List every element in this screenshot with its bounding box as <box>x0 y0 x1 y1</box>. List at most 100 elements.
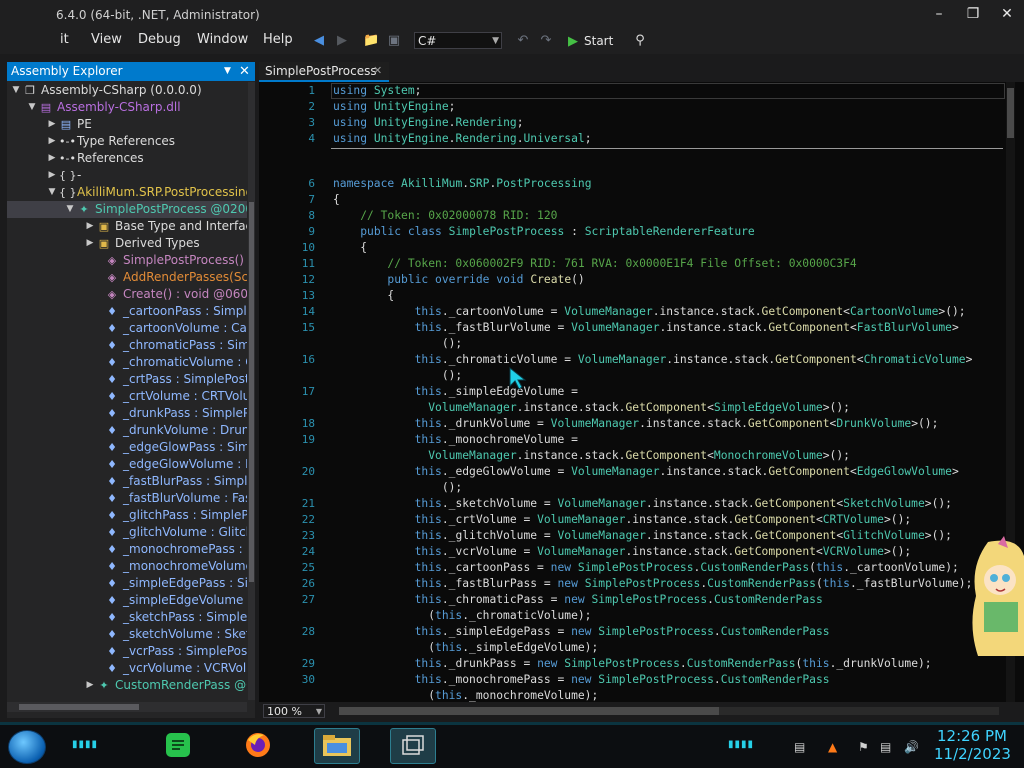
code-line[interactable]: { <box>333 288 394 304</box>
flag-icon[interactable]: ⚑ <box>858 740 869 754</box>
tree-node[interactable]: ♦ _crtVolume : CRTVolu <box>7 388 247 405</box>
expanded-arrow-icon[interactable]: ▼ <box>27 99 37 116</box>
close-icon[interactable]: ✕ <box>996 5 1018 23</box>
code-line[interactable]: using UnityEngine; <box>333 99 455 115</box>
tree-node[interactable]: ▶ ▣ Derived Types <box>7 235 247 252</box>
zoom-select[interactable]: 100 % ▼ <box>263 704 325 718</box>
menu-edit[interactable]: it <box>60 32 69 47</box>
code-line[interactable]: this._sketchVolume = VolumeManager.insta… <box>333 496 952 512</box>
code-line[interactable]: using UnityEngine.Rendering.Universal; <box>333 131 592 147</box>
tree-node[interactable]: ▶ ▣ Base Type and Interfac <box>7 218 247 235</box>
collapsed-arrow-icon[interactable]: ▶ <box>85 218 95 235</box>
menu-debug[interactable]: Debug <box>138 32 181 47</box>
undo-icon[interactable]: ↶ <box>515 33 531 49</box>
code-line[interactable]: (); <box>333 368 462 384</box>
code-line[interactable]: this._edgeGlowVolume = VolumeManager.ins… <box>333 464 959 480</box>
tree-node[interactable]: ♦ _glitchPass : SimplePo <box>7 507 247 524</box>
tree-node[interactable]: ♦ _sketchPass : SimplePc <box>7 609 247 626</box>
editor-horizontal-scrollbar[interactable] <box>339 707 999 715</box>
tree-node[interactable]: ▶ ▤ PE <box>7 116 247 133</box>
redo-icon[interactable]: ↷ <box>538 33 554 49</box>
collapsed-arrow-icon[interactable]: ▶ <box>47 116 57 133</box>
tree-node[interactable]: ♦ _simpleEdgeVolume : <box>7 592 247 609</box>
tree-node[interactable]: ◈ Create() : void @06000 <box>7 286 247 303</box>
expanded-arrow-icon[interactable]: ▼ <box>47 184 57 201</box>
code-line[interactable]: (); <box>333 336 462 352</box>
keyboard-icon[interactable]: ▤ <box>794 740 805 754</box>
system-clock[interactable]: 12:26 PM 11/2/2023 <box>934 727 1011 763</box>
tree-node[interactable]: ♦ _cartoonPass : SimpleP <box>7 303 247 320</box>
tree-node[interactable]: ♦ _sketchVolume : Sketc <box>7 626 247 643</box>
code-line[interactable]: (this._chromaticVolume); <box>333 608 591 624</box>
code-line[interactable]: VolumeManager.instance.stack.GetComponen… <box>333 400 850 416</box>
expanded-arrow-icon[interactable]: ▼ <box>65 201 75 218</box>
scroll-thumb[interactable] <box>19 704 139 710</box>
tree-node[interactable]: ▶{ } - <box>7 167 247 184</box>
tab-simple-post-process[interactable]: SimplePostProcess ✕ <box>259 62 389 82</box>
tree-node[interactable]: ♦ _glitchVolume : Glitch <box>7 524 247 541</box>
code-line[interactable]: using UnityEngine.Rendering; <box>333 115 524 131</box>
code-line[interactable]: this._monochromeVolume = <box>333 432 578 448</box>
code-line[interactable]: namespace AkilliMum.SRP.PostProcessing <box>333 176 592 192</box>
tree-node[interactable]: ♦ _edgeGlowPass : Simp <box>7 439 247 456</box>
close-icon[interactable]: ✕ <box>373 62 382 80</box>
code-line[interactable]: using System; <box>333 83 421 99</box>
code-line[interactable]: this._drunkPass = new SimplePostProcess.… <box>333 656 932 672</box>
code-line[interactable]: public override void Create() <box>333 272 584 288</box>
code-line[interactable]: { <box>333 240 367 256</box>
tree-node[interactable]: ♦ _crtPass : SimplePostP <box>7 371 247 388</box>
tree-node[interactable]: ♦ _simpleEdgePass : Sim <box>7 575 247 592</box>
open-folder-icon[interactable]: 📁 <box>363 33 379 49</box>
tree-node[interactable]: ◈ AddRenderPasses(Scrip <box>7 269 247 286</box>
tree-node[interactable]: ♦ _monochromeVolume <box>7 558 247 575</box>
tree-node[interactable]: ♦ _monochromePass : Si <box>7 541 247 558</box>
code-line[interactable]: this._chromaticPass = new SimplePostProc… <box>333 592 823 608</box>
tree-horizontal-scrollbar[interactable] <box>7 702 247 712</box>
scroll-thumb[interactable] <box>1007 88 1014 138</box>
tree-node[interactable]: ▶ ✦ CustomRenderPass @0 <box>7 677 247 694</box>
start-button[interactable]: ▶ Start <box>568 32 613 50</box>
tree-node[interactable]: ♦ _drunkPass : SimplePo <box>7 405 247 422</box>
code-line[interactable]: this._monochromePass = new SimplePostPro… <box>333 672 830 688</box>
tree-node[interactable]: ♦ _fastBlurPass : SimpleP <box>7 473 247 490</box>
code-line[interactable]: public class SimplePostProcess : Scripta… <box>333 224 755 240</box>
tree-node[interactable]: ▼{ } AkilliMum.SRP.PostProcessing <box>7 184 247 201</box>
tree-vertical-scrollbar[interactable] <box>248 82 255 700</box>
network-icon[interactable]: ▤ <box>880 740 891 754</box>
collapsed-arrow-icon[interactable]: ▶ <box>47 133 57 150</box>
maximize-icon[interactable]: ❐ <box>962 5 984 23</box>
code-line[interactable]: this._fastBlurPass = new SimplePostProce… <box>333 576 973 592</box>
tree-node[interactable]: ♦ _vcrVolume : VCRVolu <box>7 660 247 677</box>
tree-node[interactable]: ♦ _chromaticVolume : C <box>7 354 247 371</box>
menu-view[interactable]: View <box>91 32 122 47</box>
firefox-icon[interactable] <box>236 728 280 762</box>
fire-app-icon[interactable]: ▲ <box>828 740 837 754</box>
tree-node[interactable]: ♦ _chromaticPass : Simp <box>7 337 247 354</box>
search-icon[interactable]: ⚲ <box>632 33 648 49</box>
tree-node[interactable]: ▼ ❐ Assembly-CSharp (0.0.0.0) <box>7 82 247 99</box>
scroll-thumb[interactable] <box>339 707 719 715</box>
code-line[interactable]: this._crtVolume = VolumeManager.instance… <box>333 512 912 528</box>
file-manager-icon[interactable] <box>156 728 200 762</box>
tree-node[interactable]: ◈ SimplePostProcess() : v <box>7 252 247 269</box>
volume-icon[interactable]: 🔊 <box>904 740 919 754</box>
code-line[interactable]: this._simpleEdgePass = new SimplePostPro… <box>333 624 830 640</box>
code-line[interactable]: { <box>333 192 340 208</box>
menu-help[interactable]: Help <box>263 32 293 47</box>
menu-window[interactable]: Window <box>197 32 248 47</box>
code-editor[interactable]: 1 2 3 4 6 7 8 9 10 11 12 13 14 15 16 17 18 19 20 21 22 23 24 25… <box>259 82 1024 702</box>
code-line[interactable]: this._vcrVolume = VolumeManager.instance… <box>333 544 912 560</box>
task-view-icon[interactable] <box>390 728 436 764</box>
code-line[interactable]: this._simpleEdgeVolume = <box>333 384 578 400</box>
collapsed-arrow-icon[interactable]: ▶ <box>47 167 57 184</box>
tree-node[interactable]: ♦ _vcrPass : SimplePostP <box>7 643 247 660</box>
expanded-arrow-icon[interactable]: ▼ <box>11 82 21 99</box>
code-line[interactable]: this._fastBlurVolume = VolumeManager.ins… <box>333 320 959 336</box>
code-line[interactable]: this._glitchVolume = VolumeManager.insta… <box>333 528 952 544</box>
tree-node[interactable]: ▶ •-• References <box>7 150 247 167</box>
code-line[interactable]: (this._simpleEdgeVolume); <box>333 640 598 656</box>
collapsed-arrow-icon[interactable]: ▶ <box>85 235 95 252</box>
tree-node[interactable]: ♦ _drunkVolume : Drunk <box>7 422 247 439</box>
tree-node[interactable]: ♦ _edgeGlowVolume : Ec <box>7 456 247 473</box>
code-line[interactable]: VolumeManager.instance.stack.GetComponen… <box>333 448 850 464</box>
